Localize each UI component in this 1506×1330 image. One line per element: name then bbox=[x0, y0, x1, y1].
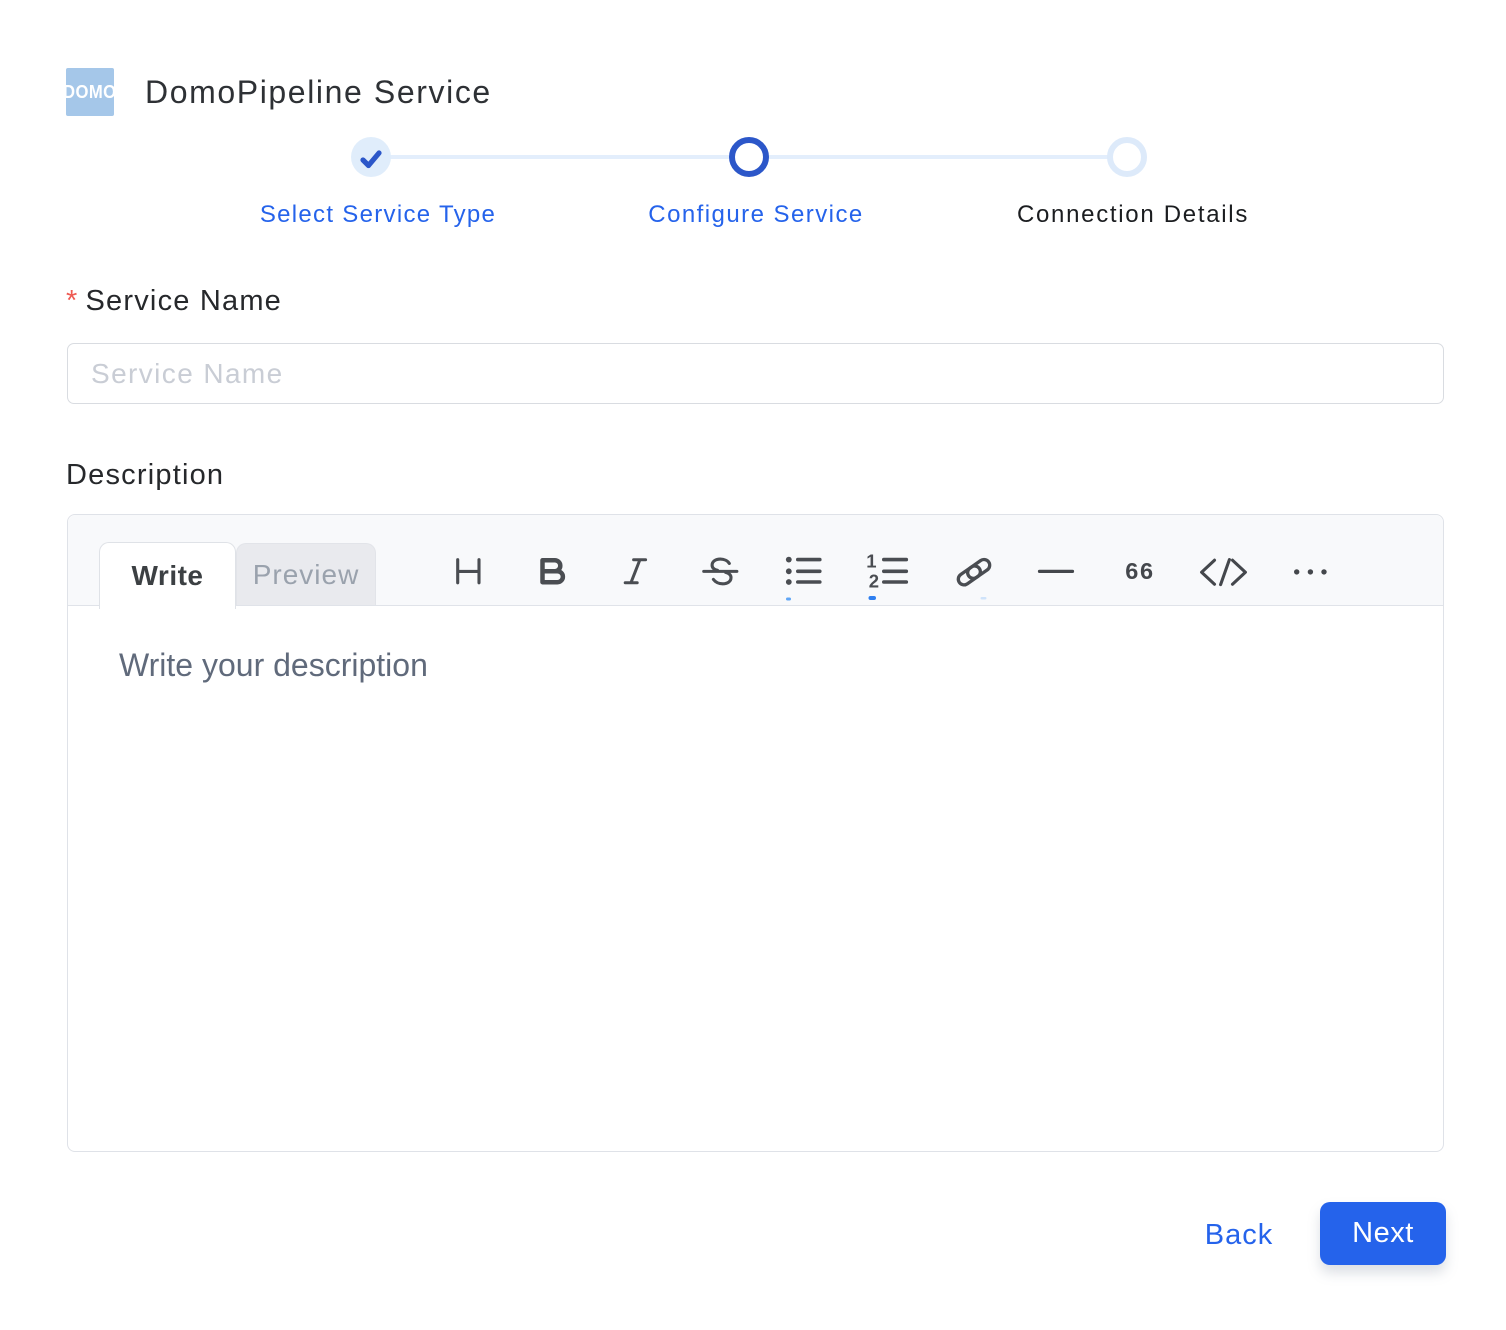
svg-text:66: 66 bbox=[1125, 558, 1154, 584]
svg-text:2: 2 bbox=[869, 570, 879, 591]
svg-text:1: 1 bbox=[866, 550, 876, 571]
